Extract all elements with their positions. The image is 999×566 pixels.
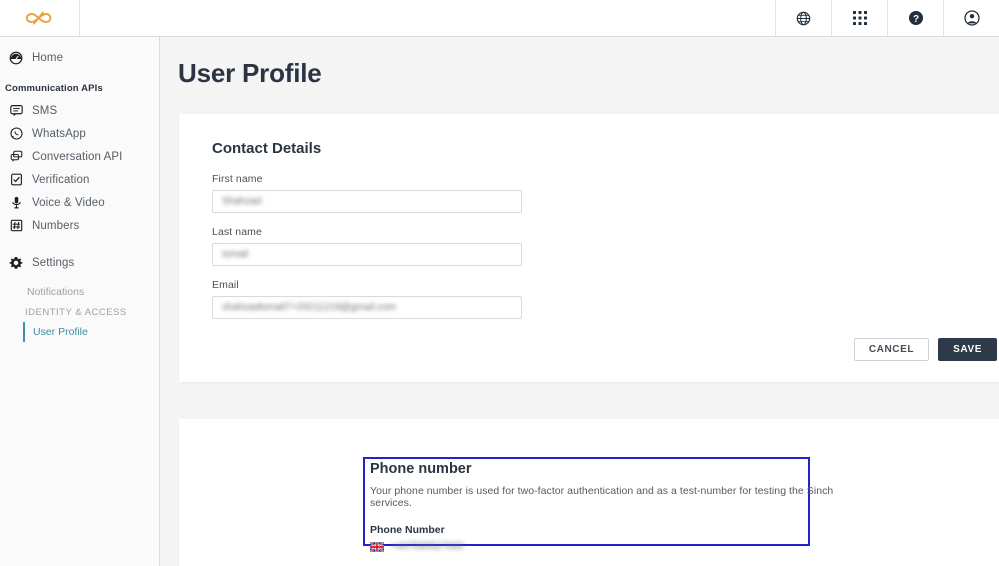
email-value: shahzadismail7+20211219@gmail.com [222,302,397,313]
page-title: User Profile [178,58,322,88]
sidebar-section-identity-access: IDENTITY & ACCESS [25,306,127,318]
field-email: Email shahzadismail7+20211219@gmail.com [212,279,999,319]
sidebar-item-home[interactable]: Home [0,46,159,69]
sidebar-item-notifications[interactable]: Notifications [0,282,159,302]
sidebar-item-whatsapp[interactable]: WhatsApp [0,122,159,145]
phone-number-card: Phone number Your phone number is used f… [179,419,999,566]
field-first-name: First name Shahzad [212,173,999,213]
svg-text:?: ? [912,14,918,25]
app-root: ? Home Communication APIs SMS WhatsApp C… [0,0,999,566]
field-label: Last name [212,226,262,238]
globe-icon[interactable] [775,0,831,36]
sidebar-section-communication: Communication APIs [5,83,103,94]
phone-field-label: Phone Number [370,524,445,536]
sidebar-item-label: Voice & Video [32,196,105,209]
card-title: Contact Details [212,140,322,157]
sidebar-item-verification[interactable]: Verification [0,168,159,191]
sidebar-item-label: Verification [32,173,90,186]
top-bar-icons: ? [775,0,999,36]
whatsapp-icon [5,127,27,140]
sidebar-item-user-profile[interactable]: User Profile [23,322,159,342]
email-input[interactable]: shahzadismail7+20211219@gmail.com [212,296,522,319]
gauge-icon [5,51,27,65]
sidebar-item-label: Home [32,51,64,64]
sidebar-item-label: WhatsApp [32,127,86,140]
phone-section-title: Phone number [370,461,472,477]
sidebar-item-label: Numbers [32,219,80,232]
cancel-button[interactable]: CANCEL [853,338,930,361]
sidebar-item-conversation-api[interactable]: Conversation API [0,145,159,168]
sidebar-item-settings[interactable]: Settings [0,251,159,274]
main-content: User Profile Contact Details First name … [160,37,999,566]
sidebar-item-voice-video[interactable]: Voice & Video [0,191,159,214]
sidebar-item-numbers[interactable]: Numbers [0,214,159,237]
checkbox-icon [5,173,27,186]
apps-grid-icon[interactable] [831,0,887,36]
save-button[interactable]: SAVE [938,338,997,361]
top-bar: ? [0,0,999,37]
sidebar-item-sms[interactable]: SMS [0,99,159,122]
sidebar-item-label: Settings [32,256,75,269]
field-label: First name [212,173,263,185]
phone-section-description: Your phone number is used for two-factor… [370,485,834,509]
field-label: Email [212,279,239,291]
field-last-name: Last name Ismail [212,226,999,266]
account-icon[interactable] [943,0,999,36]
microphone-icon [5,196,27,209]
sidebar-item-label: SMS [32,104,58,117]
phone-section-content: Phone number Your phone number is used f… [370,461,840,552]
gear-icon [5,256,27,270]
help-icon[interactable]: ? [887,0,943,36]
last-name-value: Ismail [222,249,249,260]
top-bar-spacer [80,0,775,36]
hash-box-icon [5,219,27,232]
chat-bubble-icon [5,104,27,117]
conversation-icon [5,150,27,163]
form-actions: CANCEL SAVE [212,338,997,361]
sidebar: Home Communication APIs SMS WhatsApp Con… [0,37,160,566]
last-name-input[interactable]: Ismail [212,243,522,266]
contact-details-card: Contact Details First name Shahzad Last … [179,114,999,382]
sinch-logo[interactable] [0,0,80,36]
first-name-value: Shahzad [222,196,262,207]
sidebar-item-label: Conversation API [32,150,123,163]
first-name-input[interactable]: Shahzad [212,190,522,213]
